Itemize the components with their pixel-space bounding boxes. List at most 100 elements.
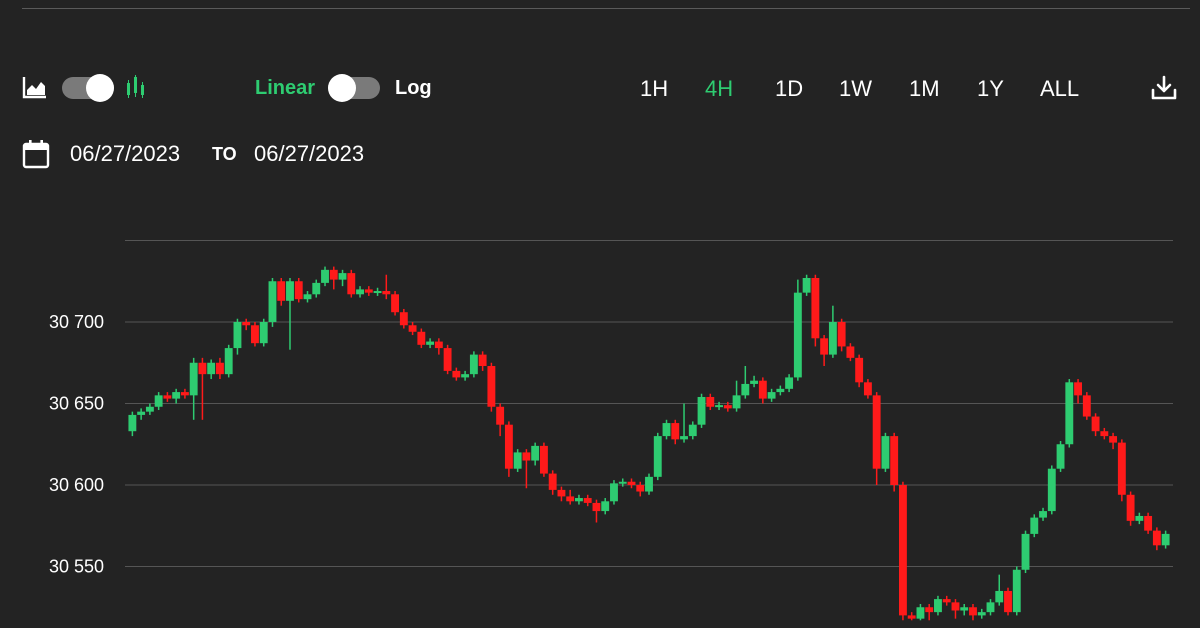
candle-body	[645, 476, 653, 492]
candle-body	[1082, 395, 1091, 417]
candle-body	[1030, 517, 1039, 534]
candle-body	[907, 615, 916, 619]
candle-body	[601, 501, 610, 512]
candle-body	[1152, 530, 1161, 546]
candle-body	[1161, 533, 1170, 546]
candle-body	[1100, 431, 1109, 437]
candle-body	[802, 277, 811, 293]
candle-body	[837, 322, 846, 347]
candle-body	[960, 607, 969, 611]
candle-body	[1012, 569, 1021, 613]
candle-body	[426, 341, 435, 345]
candle-body	[539, 445, 548, 474]
candle-body	[417, 331, 426, 345]
candle-body	[767, 392, 776, 399]
candle-body	[1109, 436, 1118, 443]
candle-body	[338, 273, 347, 280]
candle-body	[653, 436, 662, 477]
y-tick-label: 30 650	[49, 394, 104, 414]
candle-body	[145, 406, 154, 412]
candle-body	[750, 380, 759, 384]
candle-body	[347, 273, 356, 295]
candle-body	[741, 383, 750, 396]
candle-body	[443, 348, 452, 371]
candle-body	[820, 338, 829, 355]
price-chart: 30 700 30 650 30 600 30 550	[49, 240, 1173, 621]
candle-body	[706, 396, 715, 407]
candle-body	[286, 281, 294, 301]
candle-body	[329, 269, 338, 280]
candle-body	[469, 354, 478, 375]
candle-body	[198, 362, 207, 375]
candle-body	[408, 325, 417, 332]
candle-body	[1117, 442, 1126, 495]
candle-body	[776, 388, 785, 393]
candle-body	[251, 325, 259, 344]
candle-body	[934, 599, 942, 613]
candle-body	[610, 483, 618, 502]
candle-body	[627, 481, 636, 485]
candle-body	[811, 277, 820, 339]
candle-body	[504, 424, 513, 469]
candle-body	[172, 392, 181, 399]
candle-body	[163, 395, 172, 399]
candle-body	[268, 281, 277, 322]
candle-body	[294, 281, 303, 300]
y-tick-label: 30 550	[49, 557, 104, 577]
candle-body	[189, 362, 198, 396]
candle-body	[1039, 511, 1047, 518]
candle-body	[592, 502, 601, 512]
candle-body	[1004, 590, 1012, 613]
candle-body	[399, 312, 408, 326]
candle-body	[566, 496, 575, 502]
candle-body	[758, 380, 767, 399]
candle-body	[723, 405, 732, 409]
candle-body	[828, 322, 837, 355]
candle-body	[382, 291, 391, 295]
candle-body	[1144, 515, 1153, 531]
candle-body	[942, 599, 951, 603]
candle-body	[715, 405, 723, 408]
candle-body	[557, 489, 566, 497]
y-tick-label: 30 600	[49, 475, 104, 495]
candle-body	[583, 498, 592, 503]
candle-body	[575, 498, 583, 502]
candle-body	[364, 289, 373, 293]
candle-body	[207, 362, 216, 375]
candle-body	[1047, 468, 1056, 512]
candle-body	[321, 269, 329, 283]
candle-body	[636, 485, 645, 492]
candle-body	[128, 414, 137, 432]
candle-body	[986, 602, 995, 613]
candle-body	[1135, 515, 1144, 521]
candle-body	[881, 436, 890, 469]
candle-body	[259, 322, 268, 344]
candle-body	[671, 423, 680, 440]
candle-body	[303, 294, 312, 300]
candle-body	[216, 362, 224, 375]
candle-body	[548, 473, 557, 490]
candle-body	[137, 411, 146, 415]
candle-body	[618, 481, 627, 484]
candle-body	[224, 348, 233, 375]
candle-body	[855, 357, 864, 383]
candle-body	[890, 436, 899, 485]
candle-body	[925, 607, 934, 613]
candle-body	[522, 452, 531, 461]
candle-body	[1074, 382, 1082, 396]
candle-body	[461, 374, 470, 378]
candle-body	[951, 602, 960, 611]
candle-body	[487, 366, 496, 407]
candle-body	[680, 436, 688, 440]
candle-body	[356, 289, 364, 295]
candle-body	[513, 452, 522, 469]
candle-body	[1065, 382, 1074, 445]
candle-body	[995, 590, 1004, 603]
candle-body	[785, 377, 794, 389]
candle-body	[898, 485, 907, 616]
candle-body	[233, 322, 242, 349]
candle-body	[846, 346, 855, 358]
candle-body	[688, 424, 697, 437]
candle-body	[496, 406, 505, 425]
candle-body	[391, 294, 400, 313]
